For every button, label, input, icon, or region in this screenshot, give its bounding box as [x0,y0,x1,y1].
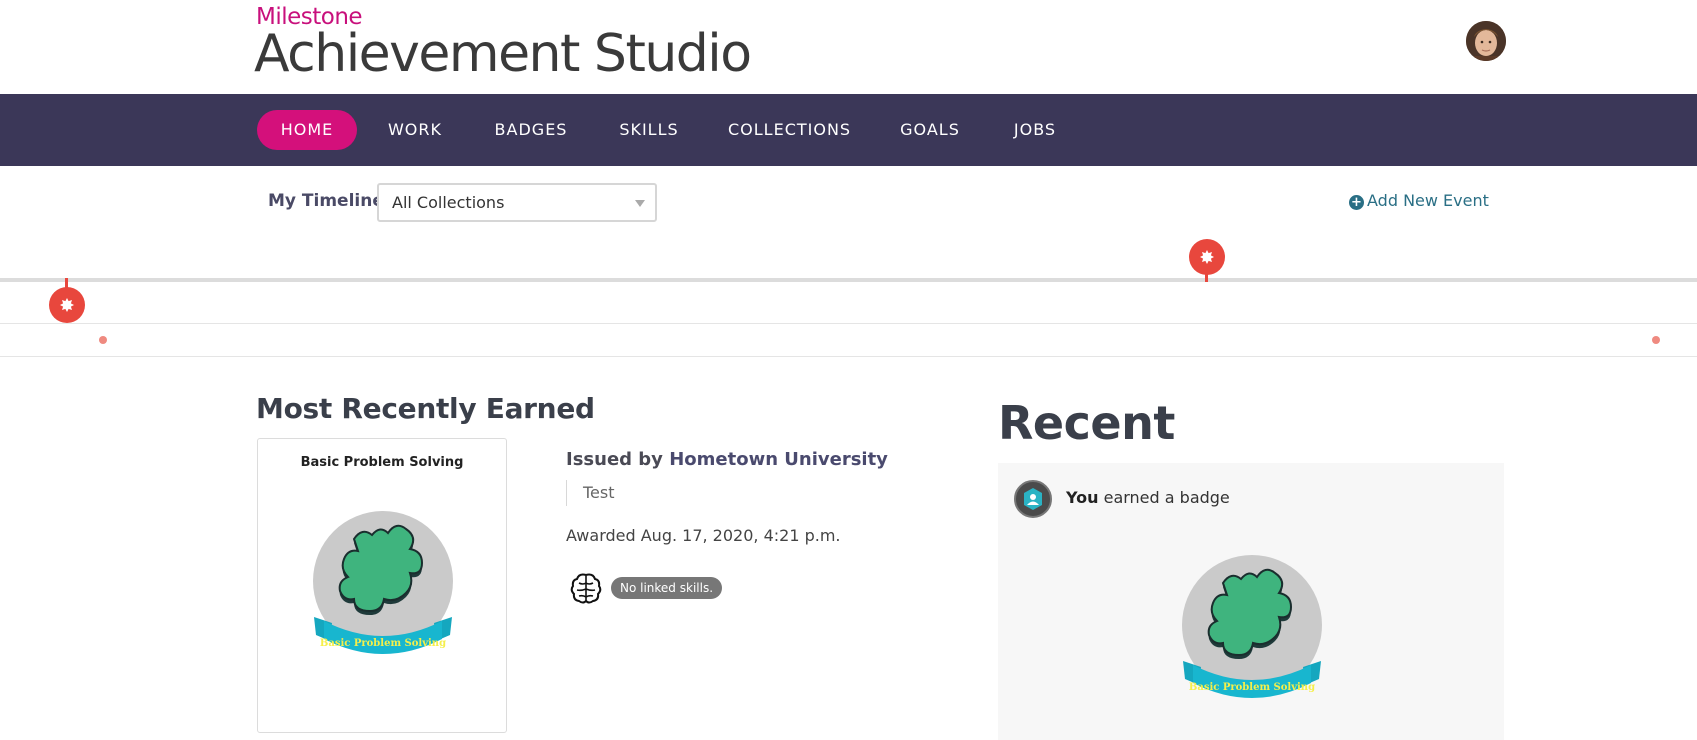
badge-card-title: Basic Problem Solving [300,455,464,470]
activity-text: You earned a badge [1066,488,1230,507]
add-new-event-label: Add New Event [1367,191,1489,210]
nav-collections[interactable]: COLLECTIONS [728,110,850,150]
puzzle-badge-icon[interactable]: Basic Problem Solving [1179,555,1325,705]
recent-activity-card: You earned a badge Basic Problem Solving [998,463,1504,740]
nav-work[interactable]: WORK [380,110,450,150]
badge-description: Test [566,480,615,506]
activity-action: earned a badge [1103,488,1230,507]
user-badge-icon [1014,480,1052,518]
most-recent-heading: Most Recently Earned [256,392,595,425]
nav-home[interactable]: HOME [257,110,357,150]
chevron-down-icon [635,200,645,207]
timeline-event-pin[interactable] [49,287,85,323]
timeline-label: My Timeline [268,191,384,211]
issuer-link[interactable]: Hometown University [669,449,888,470]
timeline-event-pin[interactable] [1189,239,1225,275]
nav-badges[interactable]: BADGES [490,110,572,150]
badge-ribbon-text: Basic Problem Solving [1189,682,1315,693]
add-new-event-link[interactable]: + Add New Event [1349,191,1489,210]
badge-ribbon-text: Basic Problem Solving [320,638,446,649]
nav-skills[interactable]: SKILLS [614,110,684,150]
badge-card[interactable]: Basic Problem Solving Basic Problem Solv… [257,438,507,733]
awarded-date: Awarded Aug. 17, 2020, 4:21 p.m. [566,526,841,545]
timeline-axis [0,278,1697,282]
timeline-divider [0,356,1697,357]
site-header: Milestone Achievement Studio [0,0,1697,94]
no-skills-badge: No linked skills. [611,577,723,599]
recent-heading: Recent [998,396,1175,450]
timeline-divider [0,323,1697,324]
brain-icon [570,573,602,604]
user-avatar[interactable] [1466,21,1506,61]
brand-name-main[interactable]: Achievement Studio [254,24,752,84]
issued-by-prefix: Issued by [566,449,663,470]
activity-actor[interactable]: You [1066,488,1099,507]
main-nav: HOME WORK BADGES SKILLS COLLECTIONS GOAL… [0,94,1697,166]
badge-star-icon [60,298,74,312]
puzzle-badge-icon: Basic Problem Solving [313,511,453,654]
issued-by: Issued by Hometown University [566,449,888,470]
collection-filter-value: All Collections [392,193,505,212]
timeline-marker-dot[interactable] [1652,336,1660,344]
collection-filter-select[interactable]: All Collections [377,183,657,222]
badge-star-icon [1200,250,1214,264]
plus-circle-icon: + [1349,195,1364,210]
timeline-marker-dot[interactable] [99,336,107,344]
nav-goals[interactable]: GOALS [896,110,964,150]
nav-jobs[interactable]: JOBS [1010,110,1060,150]
